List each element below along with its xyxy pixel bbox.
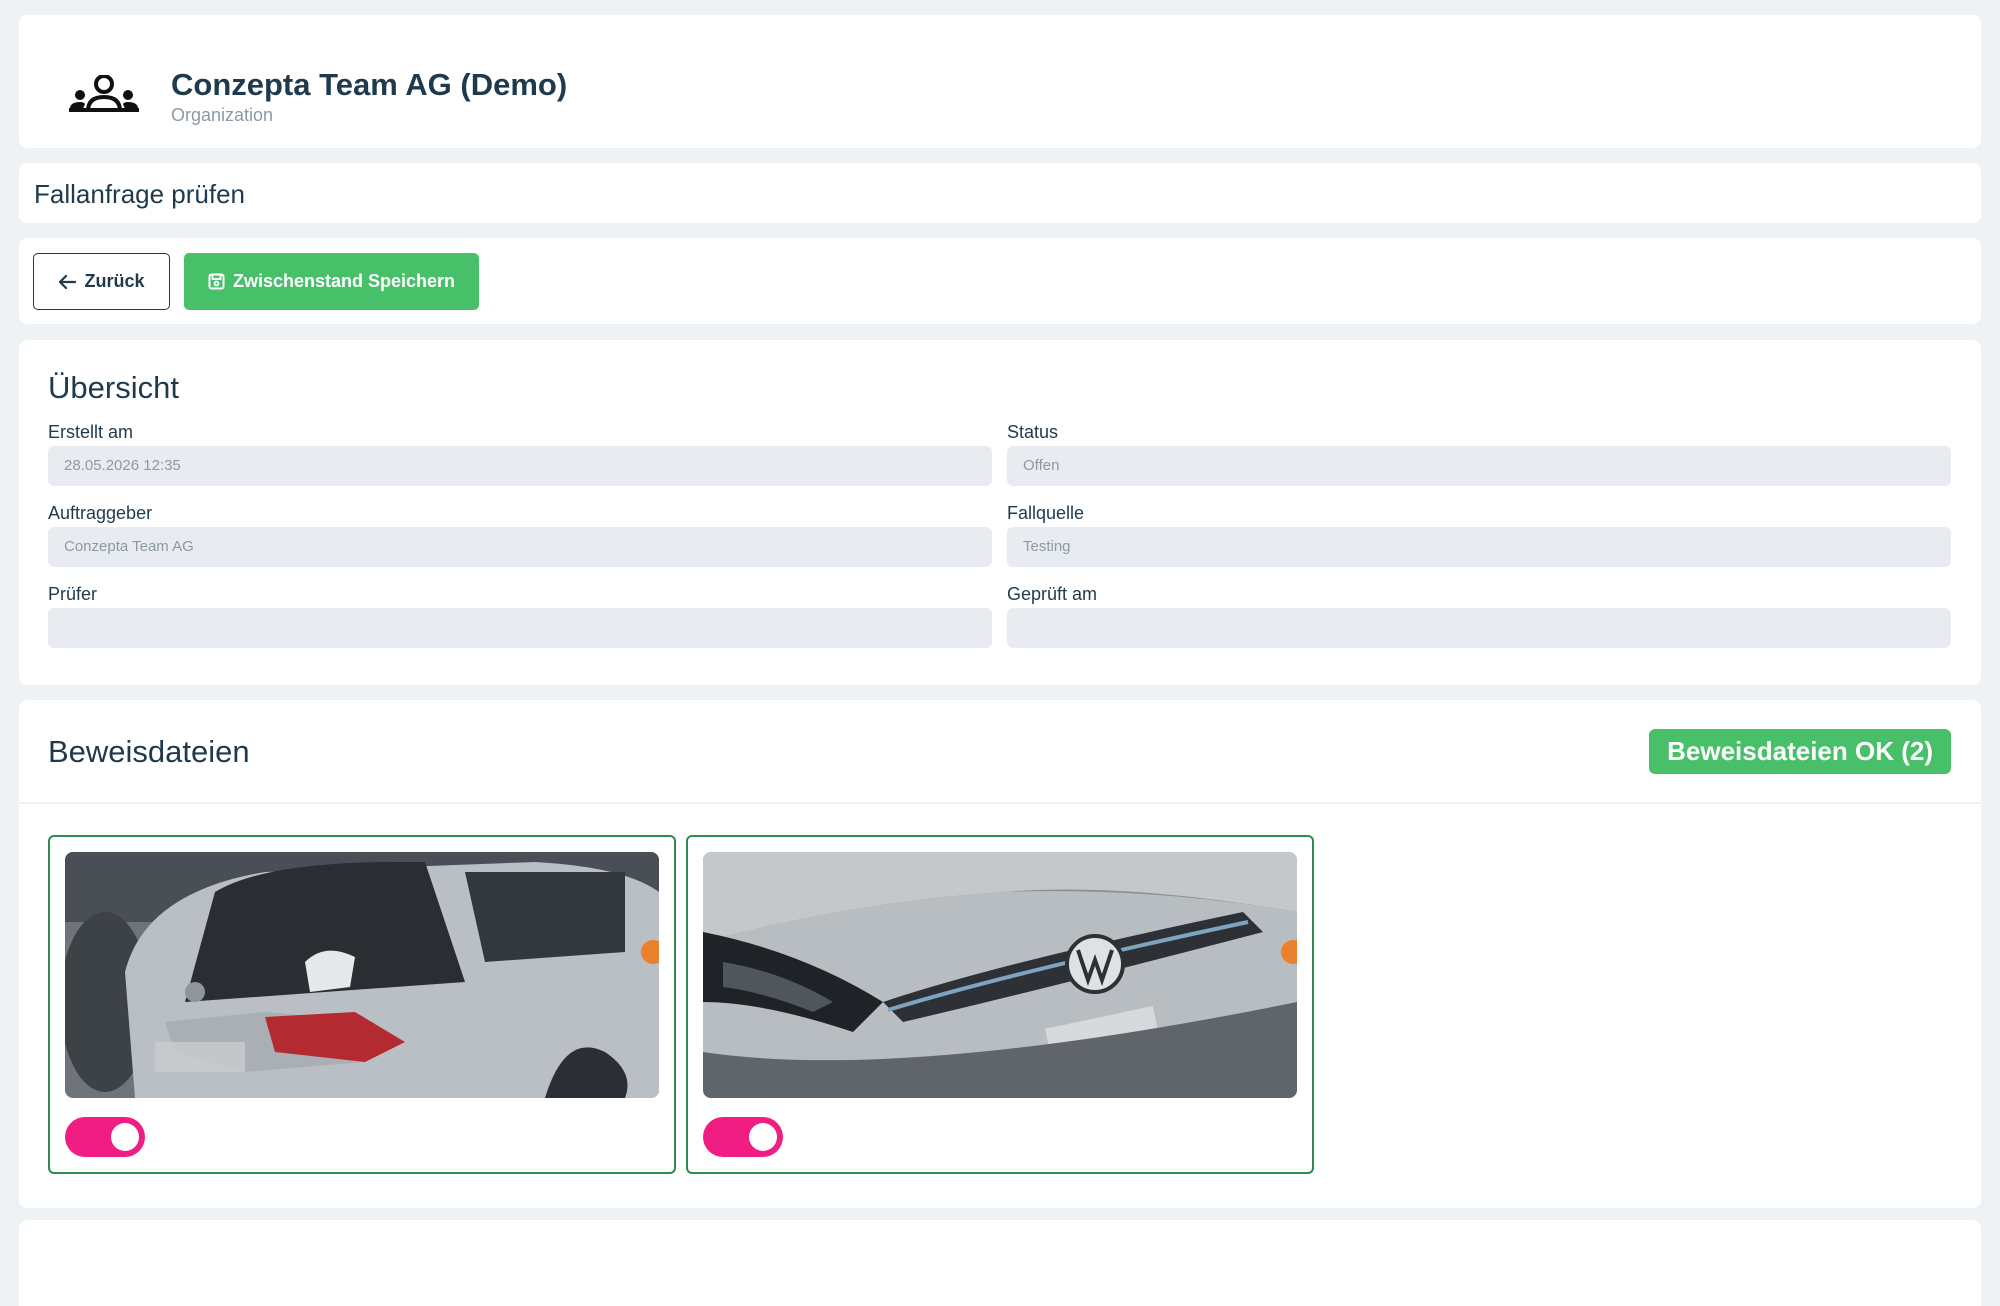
case-source-field: Testing (1007, 527, 1951, 567)
users-group-icon (69, 75, 139, 112)
save-draft-button-label: Zwischenstand Speichern (232, 271, 456, 291)
evidence-title: Beweisdateien (48, 734, 250, 769)
status-field: Offen (1007, 446, 1951, 486)
toggle-knob (111, 1123, 139, 1151)
overview-section: Übersicht Erstellt am 28.05.2026 12:35 S… (19, 340, 1981, 685)
back-button-label: Zurück (84, 271, 145, 291)
organization-name: Conzepta Team AG (Demo) (171, 67, 568, 102)
page-title: Fallanfrage prüfen (34, 179, 246, 209)
car-front-photo[interactable] (703, 852, 1297, 1098)
floppy-disk-icon (208, 273, 225, 290)
save-draft-button[interactable]: Zwischenstand Speichern (184, 253, 479, 310)
evidence-header: Beweisdateien Beweisdateien OK (2) (19, 700, 1981, 804)
case-source-label: Fallquelle (1007, 503, 1085, 523)
reviewed-at-field (1007, 608, 1951, 648)
evidence-ok-button[interactable]: Beweisdateien OK (2) (1649, 729, 1951, 774)
client-label: Auftraggeber (48, 503, 153, 523)
organization-header: Conzepta Team AG (Demo) Organization (19, 15, 1981, 148)
reviewed-at-label: Geprüft am (1007, 584, 1098, 604)
status-label: Status (1007, 422, 1059, 442)
car-rear-image (65, 852, 659, 1098)
back-button[interactable]: Zurück (33, 253, 170, 310)
page-title-bar: Fallanfrage prüfen (19, 163, 1981, 223)
evidence-toggle[interactable] (65, 1117, 145, 1157)
car-rear-photo[interactable] (65, 852, 659, 1098)
client-field: Conzepta Team AG (48, 527, 992, 567)
car-front-image (703, 852, 1297, 1098)
reviewer-field (48, 608, 992, 648)
reviewer-label: Prüfer (48, 584, 98, 604)
evidence-file-card (686, 835, 1314, 1174)
next-section (19, 1220, 1981, 1306)
overview-title: Übersicht (48, 370, 179, 405)
toolbar: Zurück Zwischenstand Speichern (19, 238, 1981, 324)
created-at-field: 28.05.2026 12:35 (48, 446, 992, 486)
evidence-toggle[interactable] (703, 1117, 783, 1157)
organization-type: Organization (171, 105, 274, 125)
evidence-file-card (48, 835, 676, 1174)
arrow-left-icon (59, 274, 77, 289)
toggle-knob (749, 1123, 777, 1151)
created-at-label: Erstellt am (48, 422, 134, 442)
evidence-section: Beweisdateien Beweisdateien OK (2) (19, 700, 1981, 1208)
